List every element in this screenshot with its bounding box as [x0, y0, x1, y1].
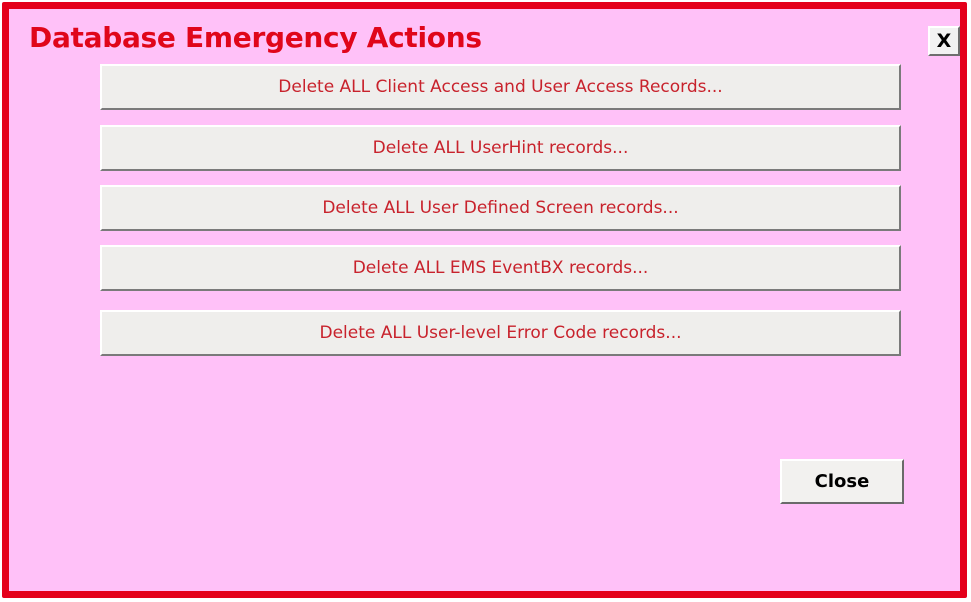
- dialog-title: Database Emergency Actions: [29, 21, 482, 54]
- close-x-button[interactable]: X: [928, 26, 960, 56]
- delete-userhint-records-button[interactable]: Delete ALL UserHint records...: [100, 125, 901, 171]
- delete-error-code-records-button[interactable]: Delete ALL User-level Error Code records…: [100, 310, 901, 356]
- close-button[interactable]: Close: [780, 459, 904, 504]
- delete-user-defined-screen-records-button[interactable]: Delete ALL User Defined Screen records..…: [100, 185, 901, 231]
- delete-access-records-button[interactable]: Delete ALL Client Access and User Access…: [100, 64, 901, 110]
- emergency-actions-dialog: Database Emergency Actions X Delete ALL …: [2, 2, 967, 598]
- delete-ems-eventbx-records-button[interactable]: Delete ALL EMS EventBX records...: [100, 245, 901, 291]
